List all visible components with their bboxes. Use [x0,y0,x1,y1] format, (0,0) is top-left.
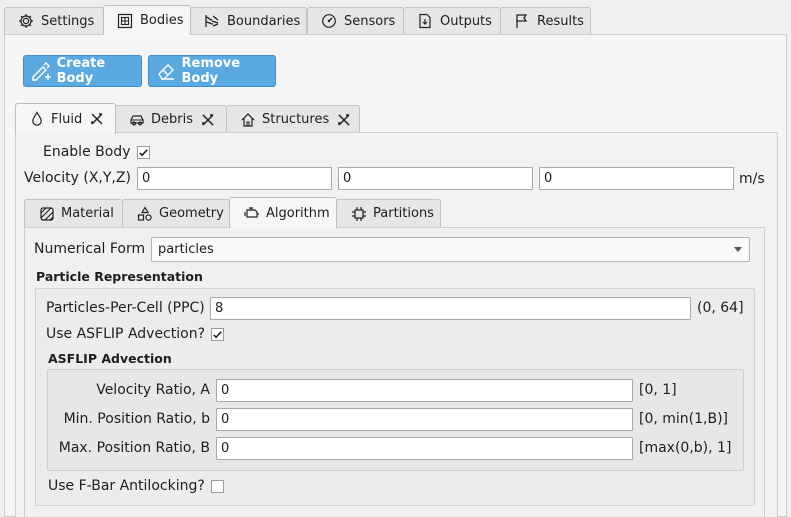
max-position-ratio-label: Max. Position Ratio, B [58,440,210,456]
tab-settings-label: Settings [41,13,95,29]
tab-settings[interactable]: Settings [4,7,104,34]
remove-body-button[interactable]: Remove Body [148,55,276,87]
car-icon [128,111,145,128]
tab-outputs-label: Outputs [440,13,492,29]
enable-body-checkbox[interactable] [137,146,150,159]
velocity-ratio-field[interactable] [216,379,633,402]
asflip-checkbox[interactable] [211,328,224,341]
tab-sensors[interactable]: Sensors [307,7,404,34]
tab-fluid-label: Fluid [51,111,83,127]
file-output-icon [416,13,433,30]
tab-partitions[interactable]: Partitions [336,199,441,227]
eraser-icon [155,59,178,83]
max-position-ratio-range: [max(0,b), 1] [639,440,732,456]
tab-boundaries[interactable]: Boundaries [190,7,307,34]
flag-icon [513,13,530,30]
min-position-ratio-field[interactable] [216,408,633,431]
close-icon[interactable] [199,111,216,128]
create-body-label: Create Body [56,56,106,86]
gauge-icon [320,13,337,30]
tab-partitions-label: Partitions [373,206,434,221]
tab-material-label: Material [61,206,114,221]
engine-icon [243,205,260,222]
tab-bodies[interactable]: Bodies [103,5,191,35]
max-position-ratio-field[interactable] [216,437,633,460]
create-body-button[interactable]: Create Body [23,55,142,87]
min-position-ratio-label: Min. Position Ratio, b [63,411,210,427]
tab-structures-label: Structures [262,112,330,127]
tab-algorithm[interactable]: Algorithm [229,197,337,228]
ppc-range: (0, 64] [697,300,744,316]
velocity-label: Velocity (X,Y,Z) [24,170,131,186]
velocity-ratio-label: Velocity Ratio, A [96,382,210,398]
top-tab-bar: Settings Bodies Boundaries Sensors Outpu… [0,0,791,35]
velocity-unit: m/s [739,171,765,187]
tab-geometry[interactable]: Geometry [122,199,230,227]
tab-fluid[interactable]: Fluid [15,103,116,134]
remove-body-label: Remove Body [181,56,241,86]
tab-debris-label: Debris [151,112,193,127]
velocity-x-field[interactable] [137,167,332,190]
tab-structures[interactable]: Structures [226,105,360,133]
numerical-form-select[interactable]: particles [151,237,750,262]
tab-results-label: Results [537,13,584,29]
close-icon[interactable] [335,111,352,128]
asflip-toggle-label: Use ASFLIP Advection? [46,326,206,342]
grid-icon [116,12,133,29]
velocity-y-field[interactable] [338,167,533,190]
wave-icon [203,13,220,30]
velocity-ratio-range: [0, 1] [639,382,677,398]
fbar-label: Use F-Bar Antilocking? [48,478,205,494]
pencil-plus-icon [30,59,53,83]
close-icon[interactable] [88,111,105,128]
particle-representation-title: Particle Representation [36,269,203,284]
numerical-form-value: particles [158,242,214,257]
tab-sensors-label: Sensors [344,13,396,29]
velocity-z-field[interactable] [539,167,734,190]
shapes-icon [136,205,153,222]
check-icon [139,149,148,157]
tab-bodies-label: Bodies [140,13,184,28]
tab-boundaries-label: Boundaries [227,13,301,29]
check-icon [213,331,222,339]
tab-geometry-label: Geometry [159,206,224,221]
enable-body-label: Enable Body [43,144,131,160]
material-icon [38,205,55,222]
tab-algorithm-label: Algorithm [266,205,330,221]
ppc-field[interactable] [210,297,691,320]
dropdown-arrow-icon [734,247,742,252]
tab-debris[interactable]: Debris [115,105,227,133]
droplet-icon [28,111,45,128]
ppc-label: Particles-Per-Cell (PPC) [46,300,205,316]
fbar-checkbox[interactable] [211,480,224,493]
gear-icon [17,13,34,30]
tab-material[interactable]: Material [24,199,123,227]
tab-outputs[interactable]: Outputs [403,7,501,34]
asflip-advection-title: ASFLIP Advection [48,351,172,366]
numerical-form-label: Numerical Form [34,241,146,257]
tab-results[interactable]: Results [500,7,591,34]
chip-icon [350,205,367,222]
house-icon [239,111,256,128]
min-position-ratio-range: [0, min(1,B)] [639,411,729,427]
